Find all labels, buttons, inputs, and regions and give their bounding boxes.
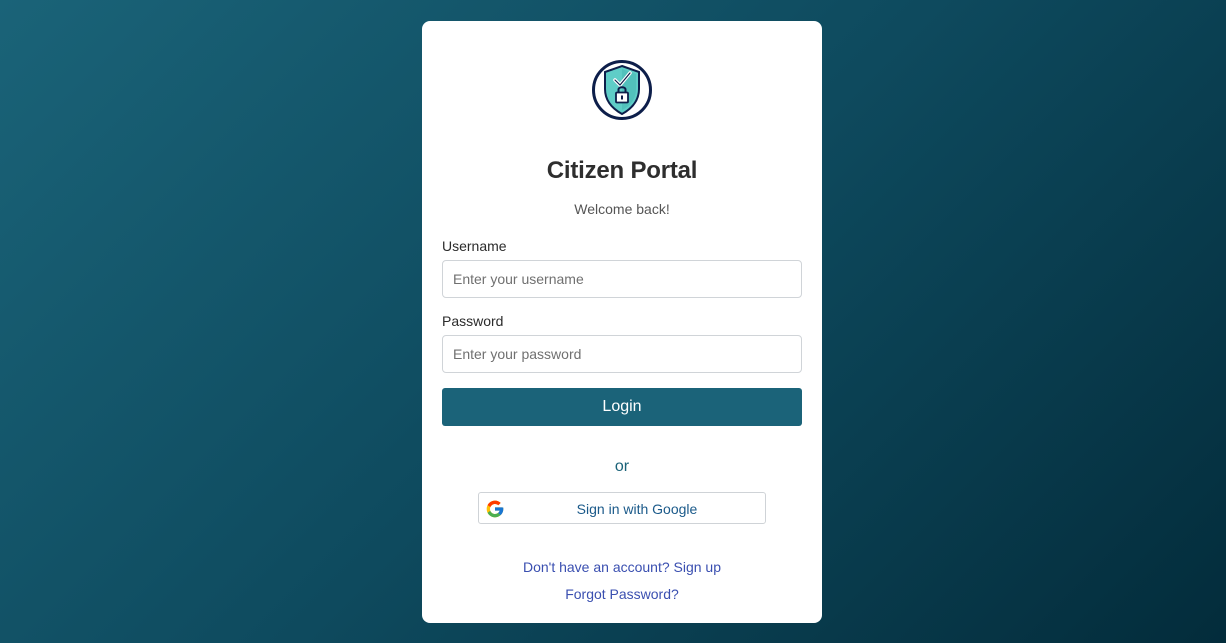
page-title: Citizen Portal	[546, 157, 698, 184]
username-label: Username	[442, 238, 507, 254]
login-card: Citizen Portal Welcome back! Username Pa…	[422, 21, 822, 623]
password-label: Password	[442, 313, 504, 329]
shield-lock-logo-icon	[592, 60, 652, 120]
google-signin-label: Sign in with Google	[576, 501, 698, 517]
or-divider: or	[614, 458, 630, 475]
welcome-subtitle: Welcome back!	[574, 201, 670, 217]
google-g-icon	[486, 500, 504, 518]
login-button[interactable]: Login	[442, 388, 802, 426]
forgot-password-link[interactable]: Forgot Password?	[422, 586, 822, 602]
signup-link[interactable]: Don't have an account? Sign up	[422, 559, 822, 575]
google-signin-button[interactable]: Sign in with Google	[478, 492, 766, 524]
password-input[interactable]	[442, 335, 802, 373]
username-input[interactable]	[442, 260, 802, 298]
